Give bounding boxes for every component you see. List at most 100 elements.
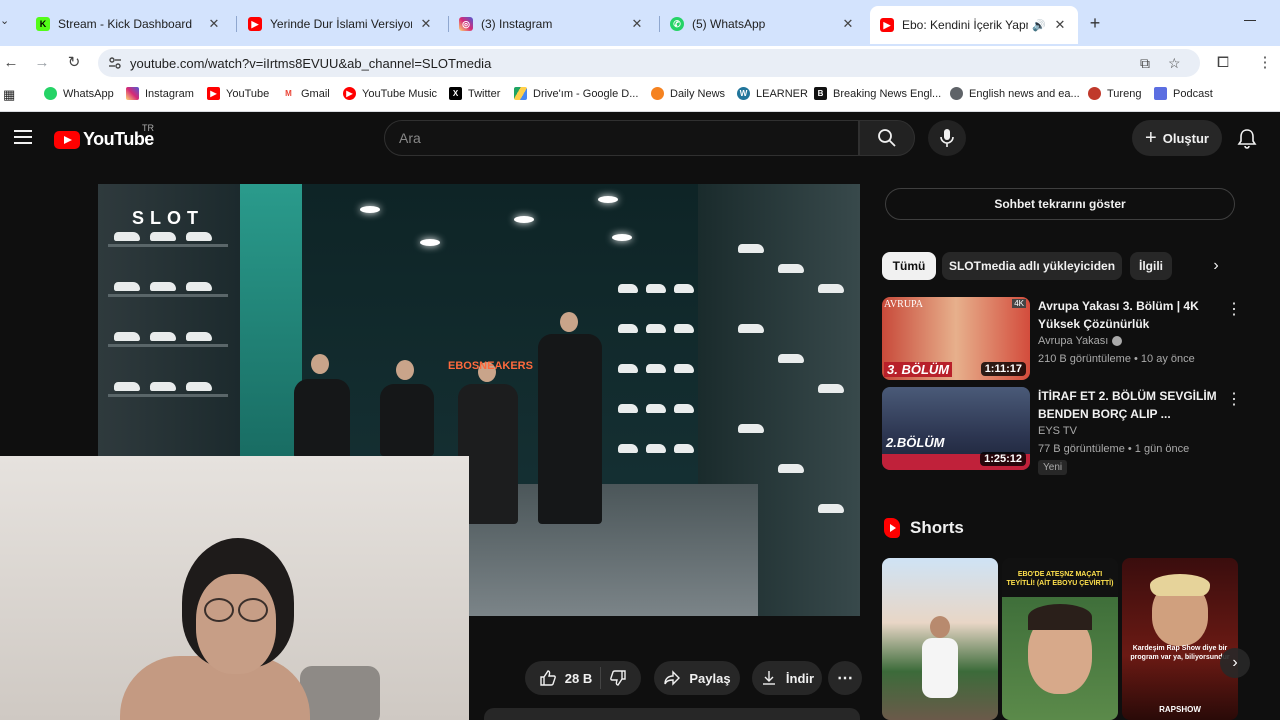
youtube-music-icon: ▶ (343, 87, 356, 100)
duration-badge: 1:11:17 (980, 362, 1026, 376)
globe-icon (950, 87, 963, 100)
description-box[interactable] (484, 708, 860, 720)
like-button[interactable]: 28 B (539, 669, 592, 687)
install-app-icon[interactable]: ⧉ (1140, 55, 1150, 72)
share-button[interactable]: Paylaş (654, 661, 740, 695)
more-options-icon[interactable]: ⋮ (1226, 389, 1242, 409)
bookmark-twitter[interactable]: X Twitter (449, 87, 500, 100)
bookmark-label: WhatsApp (63, 87, 114, 100)
short-item[interactable]: EBO'DE ATEŞNZ MAÇATI TEYİTLİ! (AİT EBOYU… (1002, 558, 1118, 720)
bookmark-youtube[interactable]: ▶ YouTube (207, 87, 269, 100)
notifications-bell-icon[interactable] (1236, 127, 1258, 149)
bookmark-label: YouTube (226, 87, 270, 100)
video-thumbnail[interactable]: AVRUPA 4K 3. BÖLÜM 1:11:17 (882, 297, 1030, 380)
browser-menu-icon[interactable]: ⋮ (1256, 54, 1274, 72)
download-icon (762, 671, 775, 685)
short-item[interactable] (882, 558, 998, 720)
bookmark-star-icon[interactable]: ☆ (1168, 55, 1181, 72)
short-caption: Kardeşim Rap Show diye bir program var y… (1130, 645, 1230, 661)
channel-name: Avrupa Yakası (1038, 335, 1109, 347)
create-label: Oluştur (1162, 130, 1209, 146)
search-box (384, 120, 859, 156)
tab-search-chevron-icon[interactable]: ⌄ (0, 14, 16, 32)
youtube-icon: ▶ (248, 17, 262, 31)
bookmark-whatsapp[interactable]: WhatsApp (44, 87, 114, 100)
back-icon[interactable]: ← (2, 54, 20, 72)
tab-ebo-video[interactable]: ▶ Ebo: Kendini İçerik Yapmak 🔊 ✕ (870, 6, 1078, 44)
download-button[interactable]: İndir (752, 661, 822, 695)
bookmark-breaking-news[interactable]: B Breaking News Engl... (814, 87, 941, 100)
tab-kick-dashboard[interactable]: K Stream - Kick Dashboard ✕ (26, 8, 232, 40)
youtube-logo[interactable]: YouTube TR (54, 123, 154, 150)
tab-instagram[interactable]: ◎ (3) Instagram ✕ (449, 8, 655, 40)
bookmark-gmail[interactable]: M Gmail (282, 87, 330, 100)
minimize-icon[interactable] (1244, 20, 1256, 21)
browser-tab-strip: ⌄ K Stream - Kick Dashboard ✕ ▶ Yerinde … (0, 0, 1280, 46)
forward-icon[interactable]: → (33, 54, 51, 72)
microphone-icon (940, 129, 954, 147)
tab-close-icon[interactable]: ✕ (840, 16, 856, 32)
reload-icon[interactable]: ↻ (65, 54, 83, 72)
more-options-icon[interactable]: ⋮ (1226, 299, 1242, 319)
tab-title: Ebo: Kendini İçerik Yapmak (902, 18, 1028, 32)
video-thumbnail[interactable]: 2.BÖLÜM 1:25:12 (882, 387, 1030, 470)
tab-close-icon[interactable]: ✕ (629, 16, 645, 32)
youtube-icon: ▶ (880, 18, 894, 32)
chip-all[interactable]: Tümü (882, 252, 936, 280)
site-info-icon[interactable] (108, 56, 122, 70)
chip-related[interactable]: İlgili (1130, 252, 1172, 280)
bookmark-label: English news and ea... (969, 87, 1080, 100)
tab-close-icon[interactable]: ✕ (418, 16, 434, 32)
bookmark-daily-news[interactable]: Daily News (651, 87, 725, 100)
tab-title: Stream - Kick Dashboard (58, 17, 193, 31)
create-button[interactable]: + Oluştur (1132, 120, 1222, 156)
search-input[interactable] (399, 130, 839, 146)
tab-whatsapp[interactable]: ✆ (5) WhatsApp ✕ (660, 8, 866, 40)
tab-yerinde-dur[interactable]: ▶ Yerinde Dur İslami Versiyon 😄 ✕ (238, 8, 444, 40)
thumb-caption: 3. BÖLÜM (884, 362, 953, 377)
bookmark-podcast[interactable]: Podcast (1154, 87, 1213, 100)
channel-row[interactable]: EYS TV (1038, 425, 1077, 437)
like-dislike-group: 28 B (525, 661, 641, 695)
tab-title: Yerinde Dur İslami Versiyon 😄 (270, 17, 412, 31)
duration-badge: 1:25:12 (980, 452, 1026, 466)
chevron-right-icon[interactable]: › (1206, 256, 1226, 276)
bookmark-tureng[interactable]: Tureng (1088, 87, 1141, 100)
thumbs-up-icon (540, 670, 556, 686)
recommendation-item[interactable]: AVRUPA 4K 3. BÖLÜM 1:11:17 Avrupa Yakası… (882, 297, 1242, 381)
tab-close-icon[interactable]: ✕ (1052, 17, 1068, 33)
channel-row[interactable]: Avrupa Yakası (1038, 335, 1123, 347)
extensions-icon[interactable]: ⧠ (1214, 54, 1232, 72)
new-tab-button[interactable]: + (1086, 14, 1104, 32)
video-title[interactable]: Avrupa Yakası 3. Bölüm | 4K Yüksek Çözün… (1038, 297, 1224, 333)
youtube-masthead: YouTube TR + Oluştur (0, 113, 1280, 163)
bookmark-label: Instagram (145, 87, 194, 100)
more-actions-icon[interactable]: ⋯ (828, 661, 862, 695)
thumbs-down-icon[interactable] (609, 669, 627, 687)
address-bar[interactable]: youtube.com/watch?v=iIrtms8EVUU&ab_chann… (98, 49, 1200, 77)
speaker-icon[interactable]: 🔊 (1032, 19, 1046, 32)
bookmark-youtube-music[interactable]: ▶ YouTube Music (343, 87, 437, 100)
voice-search-button[interactable] (928, 120, 966, 156)
search-icon (878, 129, 896, 147)
youtube-icon: ▶ (207, 87, 220, 100)
chip-from-uploader[interactable]: SLOTmedia adlı yükleyiciden (942, 252, 1122, 280)
short-tag: RAPSHOW (1159, 705, 1201, 714)
short-item[interactable]: Kardeşim Rap Show diye bir program var y… (1122, 558, 1238, 720)
tab-close-icon[interactable]: ✕ (206, 16, 222, 32)
show-chat-replay-button[interactable]: Sohbet tekrarını göster (885, 188, 1235, 220)
download-label: İndir (785, 670, 815, 686)
bookmark-english-news[interactable]: English news and ea... (950, 87, 1080, 100)
hamburger-menu-icon[interactable] (14, 130, 32, 144)
like-count: 28 B (564, 670, 593, 686)
video-title[interactable]: İTİRAF ET 2. BÖLÜM SEVGİLİM BENDEN BORÇ … (1038, 387, 1224, 423)
share-icon (664, 670, 681, 686)
bookmark-google-drive[interactable]: Drive'ım - Google D... (514, 87, 638, 100)
channel-name: EYS TV (1038, 425, 1077, 437)
bookmark-instagram[interactable]: Instagram (126, 87, 194, 100)
bookmark-learner[interactable]: W LEARNER (737, 87, 808, 100)
apps-grid-icon[interactable]: ▦ (3, 87, 15, 103)
recommendation-item[interactable]: 2.BÖLÜM 1:25:12 İTİRAF ET 2. BÖLÜM SEVGİ… (882, 387, 1242, 479)
search-button[interactable] (859, 120, 915, 156)
shorts-next-arrow-icon[interactable]: › (1220, 648, 1250, 678)
